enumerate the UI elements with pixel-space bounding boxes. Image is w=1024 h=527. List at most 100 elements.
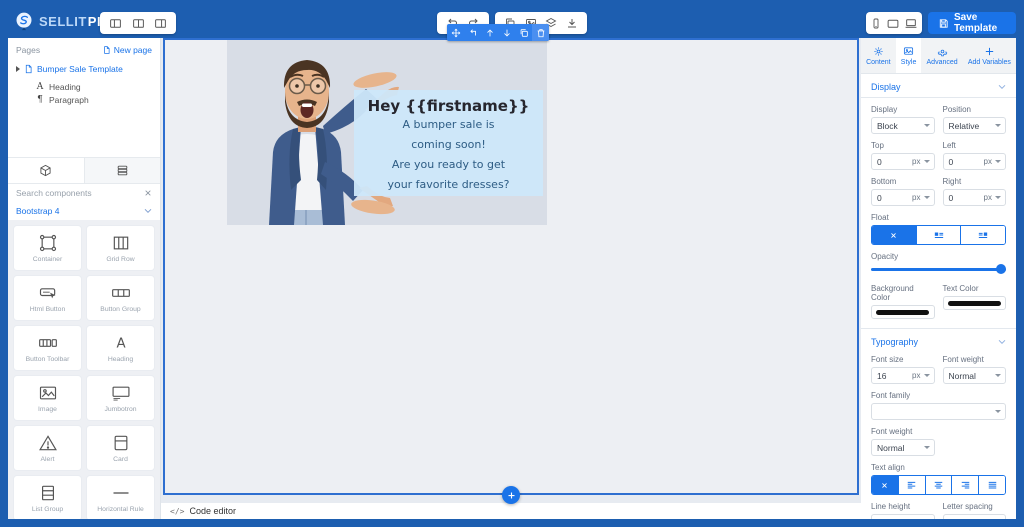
font-family-select[interactable] [871, 403, 1006, 420]
template-paragraph-line[interactable]: coming soon! [354, 135, 543, 155]
tab-content[interactable]: Content [861, 38, 896, 73]
delete-icon[interactable] [532, 24, 549, 41]
move-down-icon[interactable] [498, 24, 515, 41]
unit-caret-icon [995, 196, 1001, 199]
component-button-toolbar[interactable]: Button Toolbar [14, 326, 81, 370]
paragraph-type-icon: ¶ [36, 95, 44, 105]
component-html-button[interactable]: Html Button [14, 276, 81, 320]
components-cube-icon [39, 164, 52, 177]
tab-advanced[interactable]: Advanced [921, 38, 962, 73]
plus-variables-icon [984, 46, 995, 57]
component-group-header[interactable]: Bootstrap 4 [8, 202, 160, 220]
opacity-slider[interactable] [871, 264, 1006, 274]
component-alert[interactable]: Alert [14, 426, 81, 470]
mobile-icon[interactable] [870, 17, 882, 30]
panel-right-layout-icon[interactable] [154, 17, 167, 30]
right-field: Right 0px [943, 177, 1007, 206]
panel-split-layout-icon[interactable] [132, 17, 145, 30]
select-caret-icon [924, 446, 930, 449]
component-tabs [8, 158, 160, 184]
slider-knob[interactable] [996, 264, 1006, 274]
panel-left-layout-icon[interactable] [109, 17, 122, 30]
float-none-button[interactable] [872, 226, 916, 244]
device-preview-group [866, 12, 922, 34]
duplicate-icon[interactable] [515, 24, 532, 41]
content-gear-icon [873, 46, 884, 57]
tab-blocks[interactable] [85, 158, 161, 183]
select-caret-icon [995, 374, 1001, 377]
align-right-button[interactable] [951, 476, 978, 494]
template-paragraph-line[interactable]: your favorite dresses? [354, 175, 543, 195]
tree-caret-icon[interactable] [16, 66, 20, 72]
tablet-icon[interactable] [886, 17, 900, 30]
template-heading[interactable]: Hey {{firstname}} [354, 97, 543, 115]
component-grid-row[interactable]: Grid Row [87, 226, 154, 270]
component-container[interactable]: Container [14, 226, 81, 270]
component-jumbotron[interactable]: Jumbotron [87, 376, 154, 420]
align-center-button[interactable] [925, 476, 952, 494]
field-label: Font family [871, 391, 1006, 400]
top-input[interactable]: 0px [871, 153, 935, 170]
float-right-button[interactable] [960, 226, 1005, 244]
code-editor-bar[interactable]: </> Code editor [161, 503, 861, 519]
desktop-icon[interactable] [904, 17, 918, 30]
save-template-button[interactable]: Save Template [928, 12, 1016, 34]
tree-item-paragraph[interactable]: ¶ Paragraph [36, 95, 152, 105]
tab-style[interactable]: Style [896, 38, 922, 73]
left-input[interactable]: 0px [943, 153, 1007, 170]
svg-text:A: A [116, 337, 125, 352]
bottom-input[interactable]: 0px [871, 189, 935, 206]
select-parent-icon[interactable] [464, 24, 481, 41]
search-components-row [8, 184, 160, 202]
text-color-swatch[interactable] [943, 296, 1007, 310]
component-label: Horizontal Rule [97, 506, 143, 513]
component-list-group[interactable]: List Group [14, 476, 81, 519]
component-button-group[interactable]: Button Group [87, 276, 154, 320]
download-icon[interactable] [566, 17, 578, 29]
display-select[interactable]: Block [871, 117, 935, 134]
tab-label: Advanced [927, 59, 958, 66]
tab-add-variables[interactable]: Add Variables [963, 38, 1016, 73]
align-none-button[interactable] [872, 476, 898, 494]
body-canvas[interactable]: BODY [163, 38, 859, 495]
position-select[interactable]: Relative [943, 117, 1007, 134]
align-left-button[interactable] [898, 476, 925, 494]
component-label: Button Group [100, 306, 140, 313]
template-image-block[interactable]: Hey {{firstname}} A bumper sale is comin… [227, 40, 547, 225]
add-element-button[interactable] [502, 486, 520, 504]
component-label: Heading [108, 356, 133, 363]
template-text-block[interactable]: Hey {{firstname}} A bumper sale is comin… [354, 90, 543, 196]
canvas-area: BODY [161, 38, 861, 519]
typography-section-header[interactable]: Typography [861, 329, 1016, 352]
move-up-icon[interactable] [481, 24, 498, 41]
tab-components[interactable] [8, 158, 85, 183]
background-color-swatch[interactable] [871, 305, 935, 319]
component-card[interactable]: Card [87, 426, 154, 470]
line-height-select[interactable] [871, 514, 935, 519]
html-button-icon [37, 283, 59, 303]
body-tag-badge[interactable]: BODY [163, 38, 198, 40]
plus-icon [507, 491, 516, 500]
right-input[interactable]: 0px [943, 189, 1007, 206]
move-icon[interactable] [447, 24, 464, 41]
template-paragraph-line[interactable]: Are you ready to get [354, 155, 543, 175]
page-tree-root[interactable]: Bumper Sale Template [16, 64, 152, 74]
align-justify-button[interactable] [978, 476, 1005, 494]
font-weight-2-select[interactable]: Normal [871, 439, 935, 456]
new-page-button[interactable]: New page [102, 45, 152, 55]
component-image[interactable]: Image [14, 376, 81, 420]
tree-item-heading[interactable]: A Heading [36, 82, 152, 92]
float-left-button[interactable] [916, 226, 961, 244]
clear-search-icon[interactable] [144, 189, 152, 197]
template-paragraph-line[interactable]: A bumper sale is [354, 115, 543, 135]
font-weight-select[interactable]: Normal [943, 367, 1007, 384]
letter-spacing-select[interactable] [943, 514, 1007, 519]
font-size-input[interactable]: 16px [871, 367, 935, 384]
save-icon [938, 18, 949, 29]
search-components-input[interactable] [16, 188, 144, 198]
component-heading[interactable]: A Heading [87, 326, 154, 370]
component-horizontal-rule[interactable]: Horizontal Rule [87, 476, 154, 519]
slider-track[interactable] [871, 268, 1006, 271]
pages-title: Pages [16, 45, 40, 55]
display-section-header[interactable]: Display [861, 74, 1016, 97]
